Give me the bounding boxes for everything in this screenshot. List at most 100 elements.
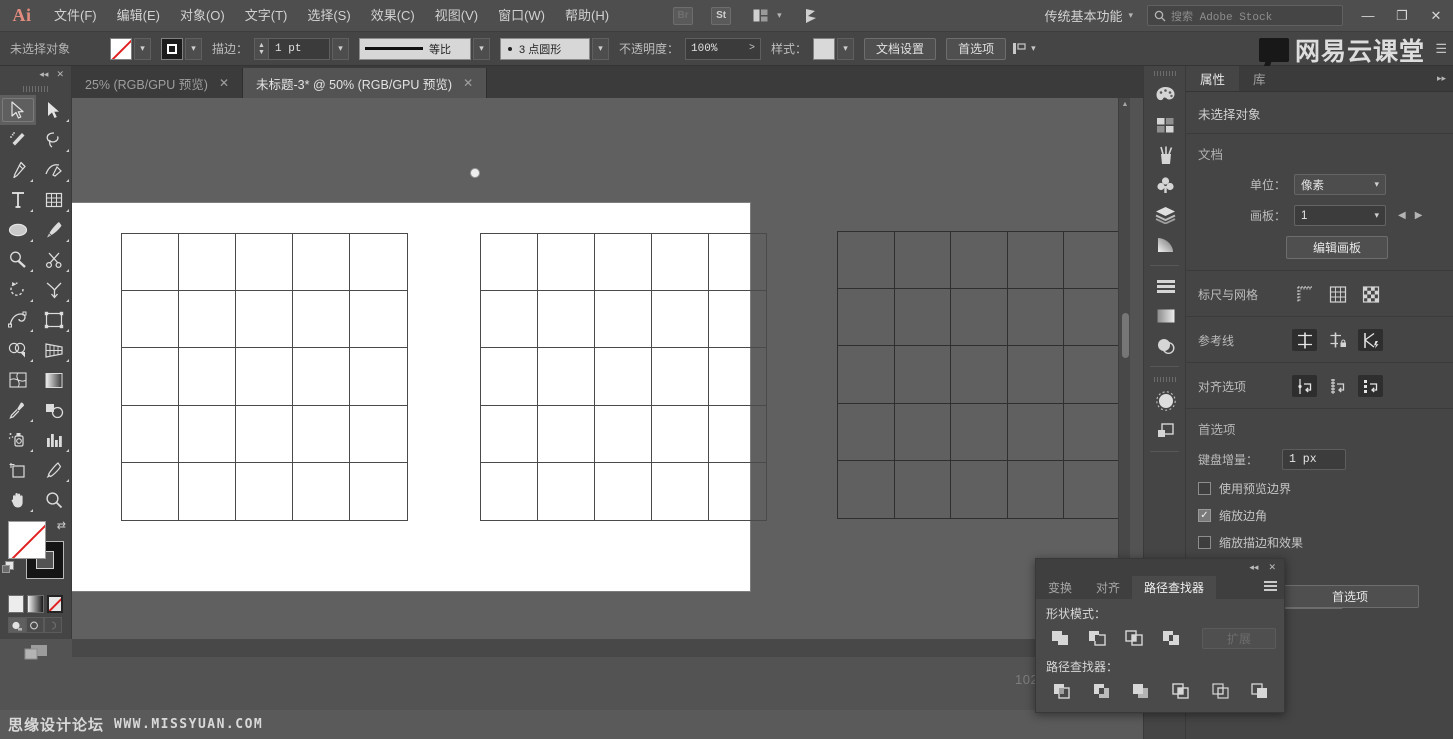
grid-cell[interactable]	[951, 232, 1008, 289]
next-artboard-icon[interactable]: ▶	[1415, 210, 1423, 221]
grid-cell[interactable]	[350, 348, 407, 405]
grid-cell[interactable]	[538, 406, 595, 463]
grid-cell[interactable]	[1008, 461, 1065, 518]
arrange-dropdown-caret-icon[interactable]: ▾	[775, 10, 788, 21]
smart-guides-icon[interactable]	[1358, 329, 1383, 351]
stroke-swatch-dropdown-icon[interactable]: ▾	[185, 38, 202, 60]
grid-cell[interactable]	[481, 348, 538, 405]
grid-cell[interactable]	[595, 234, 652, 291]
previous-artboard-icon[interactable]: ◀	[1398, 210, 1406, 221]
grid-cell[interactable]	[652, 234, 709, 291]
canvas-horizontal-scrollbar[interactable]	[72, 639, 1130, 657]
grid-cell[interactable]	[895, 404, 952, 461]
units-select[interactable]: 像素 ▾	[1294, 174, 1386, 195]
zoom-tool[interactable]	[36, 485, 72, 515]
grid-cell[interactable]	[951, 404, 1008, 461]
stroke-weight-value[interactable]: 1 pt	[268, 38, 330, 60]
grid-cell[interactable]	[709, 234, 766, 291]
tab-properties[interactable]: 属性	[1186, 66, 1239, 91]
grid-cell[interactable]	[179, 291, 236, 348]
tab-libraries[interactable]: 库	[1239, 66, 1280, 91]
pathfinder-panel-icon[interactable]	[1144, 416, 1187, 446]
unite-icon[interactable]	[1044, 626, 1076, 650]
grid-cell[interactable]	[538, 234, 595, 291]
symbols-panel-icon[interactable]	[1144, 170, 1187, 200]
grid-cell[interactable]	[595, 463, 652, 520]
grid-cell[interactable]	[179, 463, 236, 520]
default-fill-stroke-icon[interactable]	[2, 561, 15, 574]
fill-swatch-dropdown-icon[interactable]: ▾	[134, 38, 151, 60]
lasso-tool[interactable]	[36, 125, 72, 155]
paintbrush-tool[interactable]	[36, 215, 72, 245]
brushes-panel-icon[interactable]	[1144, 140, 1187, 170]
grid-cell[interactable]	[236, 406, 293, 463]
grid-cell[interactable]	[709, 406, 766, 463]
show-rulers-icon[interactable]	[1292, 283, 1317, 305]
menu-type[interactable]: 文字(T)	[235, 0, 298, 32]
free-transform-tool[interactable]	[36, 305, 72, 335]
arrange-documents-icon[interactable]	[747, 5, 773, 27]
tab-transform[interactable]: 变换	[1036, 576, 1084, 599]
menu-help[interactable]: 帮助(H)	[555, 0, 619, 32]
grid-cell[interactable]	[538, 348, 595, 405]
control-panel-menu-icon[interactable]: ☰	[1435, 42, 1447, 55]
grid-cell[interactable]	[481, 406, 538, 463]
grid-cell[interactable]	[293, 348, 350, 405]
grid-cell[interactable]	[236, 234, 293, 291]
grid-cell[interactable]	[652, 463, 709, 520]
grid-cell[interactable]	[236, 463, 293, 520]
shaper-tool[interactable]	[0, 245, 36, 275]
grid-cell[interactable]	[179, 234, 236, 291]
line-segment-tool[interactable]	[36, 185, 72, 215]
merge-icon[interactable]	[1125, 679, 1157, 703]
menu-effect[interactable]: 效果(C)	[361, 0, 425, 32]
layers-panel-icon[interactable]	[1144, 200, 1187, 230]
grid-cell[interactable]	[1064, 289, 1121, 346]
preferences-button-lower[interactable]: 首选项	[1281, 585, 1419, 608]
graphic-style-swatch[interactable]	[813, 38, 835, 60]
grid-cell[interactable]	[895, 346, 952, 403]
menu-view[interactable]: 视图(V)	[425, 0, 488, 32]
type-tool[interactable]	[0, 185, 36, 215]
scissors-tool[interactable]	[36, 245, 72, 275]
grid-cell[interactable]	[481, 234, 538, 291]
grid-cell[interactable]	[652, 406, 709, 463]
keyboard-increment-input[interactable]: 1 px	[1282, 449, 1346, 470]
slice-tool[interactable]	[36, 455, 72, 485]
grid-cell[interactable]	[1008, 404, 1065, 461]
artboard-1[interactable]	[72, 203, 750, 591]
dock-grip[interactable]	[1144, 66, 1185, 80]
checkbox-scale-strokes-effects[interactable]: 缩放描边和效果	[1186, 529, 1453, 556]
grid-cell[interactable]	[122, 348, 179, 405]
stock-icon[interactable]: St	[711, 7, 731, 25]
grid-cell[interactable]	[293, 463, 350, 520]
direct-selection-tool[interactable]	[36, 95, 72, 125]
perspective-grid-tool[interactable]	[36, 335, 72, 365]
grid-shape-3[interactable]	[837, 231, 1122, 519]
lock-guides-icon[interactable]	[1325, 329, 1350, 351]
stroke-weight-stepper[interactable]: ▲▼	[254, 38, 268, 60]
grid-cell[interactable]	[1008, 346, 1065, 403]
grid-cell[interactable]	[652, 291, 709, 348]
tools-panel-close-icon[interactable]: ✕	[56, 69, 64, 80]
gradient-swatch-button[interactable]	[27, 595, 43, 613]
divide-icon[interactable]	[1046, 679, 1078, 703]
grid-cell[interactable]	[236, 291, 293, 348]
blend-tool[interactable]	[36, 395, 72, 425]
grid-cell[interactable]	[838, 404, 895, 461]
workspace-dropdown-caret-icon[interactable]: ▾	[1126, 10, 1139, 21]
minus-back-icon[interactable]	[1244, 679, 1276, 703]
grid-cell[interactable]	[538, 463, 595, 520]
appearance-panel-icon[interactable]	[1144, 301, 1187, 331]
grid-cell[interactable]	[179, 348, 236, 405]
opacity-flyout-icon[interactable]: >	[749, 43, 755, 54]
grid-cell[interactable]	[595, 291, 652, 348]
stroke-weight-dropdown-icon[interactable]: ▾	[332, 38, 349, 60]
show-guides-icon[interactable]	[1292, 329, 1317, 351]
grid-cell[interactable]	[293, 234, 350, 291]
trim-icon[interactable]	[1086, 679, 1118, 703]
menu-edit[interactable]: 编辑(E)	[107, 0, 170, 32]
checkbox-box[interactable]	[1198, 536, 1211, 549]
puppet-warp-tool[interactable]	[0, 305, 36, 335]
grid-cell[interactable]	[652, 348, 709, 405]
